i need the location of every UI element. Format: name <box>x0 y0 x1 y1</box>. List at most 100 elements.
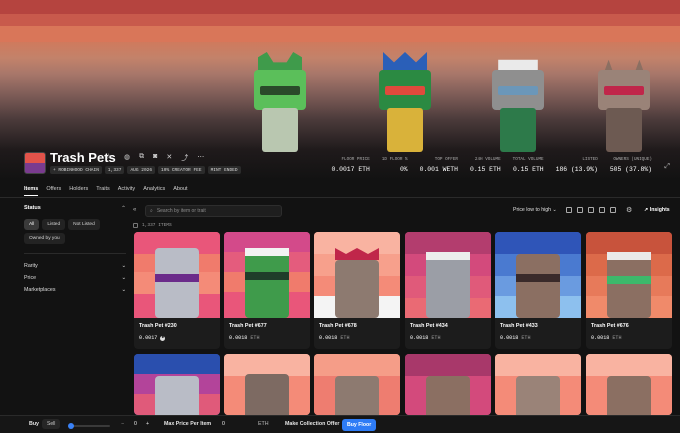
tab-analytics[interactable]: Analytics <box>143 186 165 196</box>
item-card[interactable] <box>495 354 581 415</box>
make-collection-offer-button[interactable]: Make Collection Offer <box>285 421 339 427</box>
item-card[interactable]: Trash Pet #434 0.0018 ETH <box>405 232 491 349</box>
qty-plus-button[interactable]: + <box>146 421 149 427</box>
eth-icon: ◆ <box>160 335 166 341</box>
filter-price[interactable]: Price ⌄ <box>24 275 126 281</box>
grid-medium-icon[interactable] <box>577 207 583 213</box>
item-card[interactable]: Trash Pet #676 0.0018 ETH <box>586 232 672 349</box>
filter-rarity[interactable]: Rarity ⌄ <box>24 263 126 269</box>
item-image <box>224 354 310 415</box>
stat-listed: LISTED 186 (13.9%) <box>555 157 598 173</box>
status-chip-listed[interactable]: Listed <box>42 219 66 230</box>
qty-minus-button[interactable]: − <box>121 421 124 427</box>
discord-icon[interactable]: ◙ <box>153 153 157 163</box>
item-price: 0.0018 ETH <box>591 335 622 341</box>
tab-traits[interactable]: Traits <box>96 186 110 196</box>
filter-marketplaces[interactable]: Marketplaces ⌄ <box>24 287 126 293</box>
sell-tab[interactable]: Sell <box>42 419 61 429</box>
item-card[interactable] <box>314 354 400 415</box>
item-card[interactable]: Trash Pet #678 0.0018 ETH <box>314 232 400 349</box>
slider-knob[interactable] <box>68 423 74 429</box>
status-heading: Status <box>24 205 41 211</box>
date-tag: AUG 2026 <box>127 166 156 174</box>
item-card[interactable]: Trash Pet #677 0.0018 ETH <box>224 232 310 349</box>
expand-icon[interactable]: ⤢ <box>664 163 670 171</box>
item-card[interactable]: Trash Pet #230 0.0017 ◆ <box>134 232 220 349</box>
item-card[interactable] <box>134 354 220 415</box>
table-view-icon[interactable] <box>610 207 616 213</box>
item-name: Trash Pet #676 <box>591 323 629 329</box>
list-view-icon[interactable] <box>599 207 605 213</box>
filter-rarity-label: Rarity <box>24 263 38 269</box>
stat-owners: OWNERS (UNIQUE) 505 (37.8%) <box>609 157 652 173</box>
stat-top-offer: TOP OFFER 0.001 WETH <box>419 157 458 173</box>
item-price: 0.0017 ◆ <box>139 335 166 341</box>
collection-tags: + ROBINHOOD CHAIN 1,337 AUG 2026 10% CRE… <box>50 166 241 174</box>
header-icons: ◍ ⧉ ◙ ✕ ⤴ ⋯ <box>124 153 204 163</box>
item-image <box>314 232 400 318</box>
item-image <box>224 232 310 318</box>
settings-icon[interactable]: ⚙ <box>626 206 632 214</box>
item-image <box>586 232 672 318</box>
banner-pet-crown <box>375 52 435 162</box>
status-chips: All Listed Not Listed Owned by you <box>24 219 126 244</box>
item-card[interactable]: Trash Pet #433 0.0018 ETH <box>495 232 581 349</box>
items-toolbar: « ⌕ Search by item or trait Price low to… <box>133 204 679 218</box>
share-icon[interactable]: ⤴ <box>181 153 188 163</box>
stat-24h-volume: 24H VOLUME 0.15 ETH <box>469 157 501 173</box>
chevron-down-icon: ⌄ <box>121 275 126 281</box>
copy-icon[interactable]: ⧉ <box>139 153 144 163</box>
collapse-sidebar-icon[interactable]: « <box>133 207 136 213</box>
item-image <box>314 354 400 415</box>
item-card[interactable] <box>224 354 310 415</box>
banner-pet-raccoon <box>594 52 654 162</box>
tab-items[interactable]: Items <box>24 186 39 196</box>
item-image <box>134 232 220 318</box>
max-price-label: Max Price Per Item <box>164 421 212 427</box>
sort-dropdown[interactable]: Price low to high ⌄ <box>513 207 557 213</box>
filter-price-label: Price <box>24 275 37 281</box>
qty-input[interactable]: 0 <box>134 421 137 427</box>
chain-tag: + ROBINHOOD CHAIN <box>50 166 102 174</box>
tab-activity[interactable]: Activity <box>118 186 135 196</box>
search-input[interactable]: ⌕ Search by item or trait <box>145 205 282 217</box>
grid-small-icon[interactable] <box>588 207 594 213</box>
collection-tabs: Items Offers Holders Traits Activity Ana… <box>24 186 188 196</box>
item-image <box>405 354 491 415</box>
tab-about[interactable]: About <box>173 186 187 196</box>
select-all-checkbox[interactable] <box>133 223 138 228</box>
mint-tag: MINT ENDED <box>207 166 241 174</box>
insights-button[interactable]: ↗ Insights <box>644 207 670 213</box>
max-price-currency: ETH <box>258 421 269 427</box>
tab-holders[interactable]: Holders <box>69 186 88 196</box>
buy-floor-button[interactable]: Buy Floor <box>342 419 377 431</box>
collection-avatar <box>24 152 46 174</box>
star-icon[interactable]: ☆ <box>105 152 112 161</box>
item-card[interactable] <box>586 354 672 415</box>
bottom-action-bar: Buy Sell − 0 + Max Price Per Item 0 ETH … <box>0 415 680 433</box>
filter-sidebar: Status ⌃ All Listed Not Listed Owned by … <box>24 205 126 293</box>
globe-icon[interactable]: ◍ <box>124 153 130 163</box>
tab-offers[interactable]: Offers <box>46 186 61 196</box>
stat-total-volume: TOTAL VOLUME 0.15 ETH <box>512 157 544 173</box>
status-chip-owned[interactable]: Owned by you <box>24 233 65 244</box>
stat-floor-price: FLOOR PRICE 0.0017 ETH <box>331 157 370 173</box>
status-chip-not-listed[interactable]: Not Listed <box>68 219 100 230</box>
item-price: 0.0018 ETH <box>229 335 260 341</box>
chevron-up-icon[interactable]: ⌃ <box>121 205 126 212</box>
item-price: 0.0018 ETH <box>410 335 441 341</box>
quantity-slider[interactable] <box>68 423 110 429</box>
grid-large-icon[interactable] <box>566 207 572 213</box>
item-name: Trash Pet #677 <box>229 323 267 329</box>
more-icon[interactable]: ⋯ <box>197 153 204 163</box>
view-toggles <box>566 207 616 213</box>
tabs-divider <box>0 197 680 198</box>
filter-marketplaces-label: Marketplaces <box>24 287 56 293</box>
chevron-down-icon: ⌄ <box>121 287 126 293</box>
item-image <box>405 232 491 318</box>
status-chip-all[interactable]: All <box>24 219 40 230</box>
x-icon[interactable]: ✕ <box>166 153 172 163</box>
buy-tab[interactable]: Buy <box>29 421 39 427</box>
max-price-input[interactable]: 0 <box>222 421 225 427</box>
item-card[interactable] <box>405 354 491 415</box>
